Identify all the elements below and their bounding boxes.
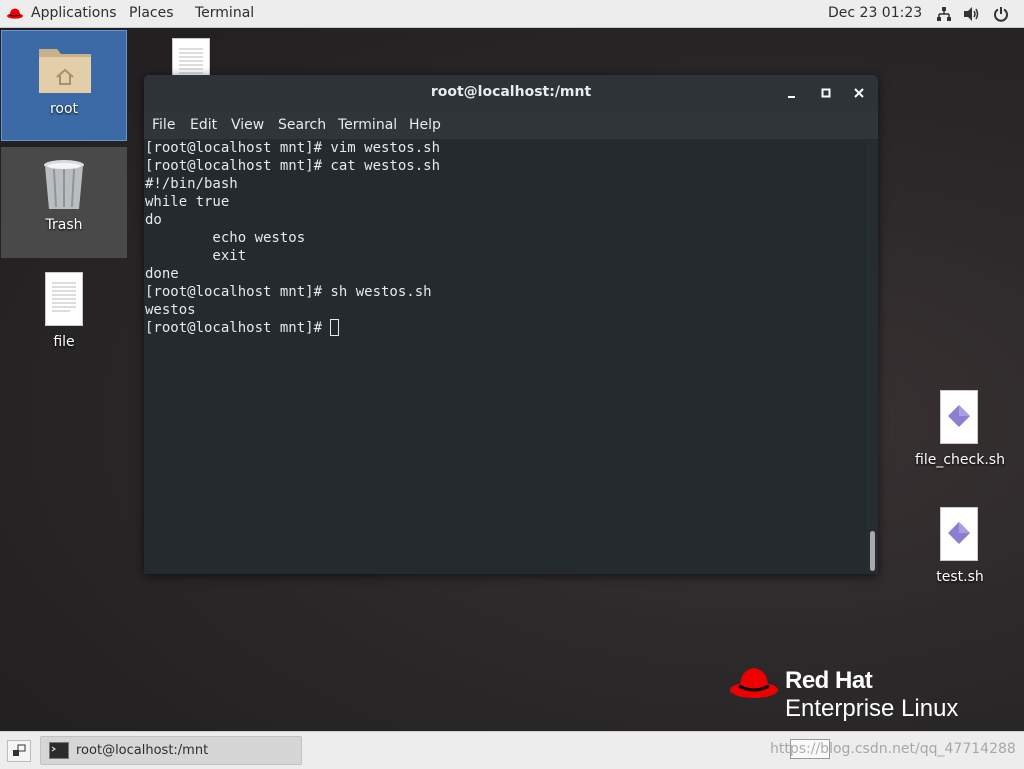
- terminal-menubar: File Edit View Search Terminal Help: [144, 111, 878, 139]
- show-desktop-icon[interactable]: [7, 740, 31, 762]
- taskbar-window-label: root@localhost:/mnt: [76, 743, 209, 758]
- terminal-scrollbar[interactable]: [866, 139, 878, 574]
- watermark-text: https://blog.csdn.net/qq_47714288: [770, 741, 1016, 757]
- desktop-icon-file-check-sh[interactable]: file_check.sh: [910, 390, 1010, 470]
- taskbar-window-button[interactable]: root@localhost:/mnt: [40, 736, 302, 765]
- desktop-icon-file[interactable]: file: [1, 272, 127, 352]
- menu-terminal[interactable]: Terminal: [338, 117, 397, 133]
- places-menu[interactable]: Places: [129, 5, 174, 21]
- document-icon[interactable]: [172, 38, 210, 78]
- terminal-line: while true: [145, 194, 230, 210]
- script-icon: [940, 507, 978, 561]
- terminal-line: #!/bin/bash: [145, 176, 238, 192]
- menu-search[interactable]: Search: [278, 117, 326, 133]
- close-button[interactable]: [850, 84, 868, 102]
- document-icon: [45, 272, 83, 326]
- brand-name: Red Hat: [785, 667, 873, 694]
- terminal-line: [root@localhost mnt]# vim westos.sh: [145, 140, 441, 156]
- terminal-line: exit: [145, 248, 247, 264]
- terminal-titlebar[interactable]: root@localhost:/mnt: [144, 75, 878, 112]
- desktop-icon-label: file_check.sh: [915, 452, 1005, 468]
- desktop-icon-label: root: [49, 101, 79, 117]
- desktop-icon-label: file: [53, 334, 75, 350]
- menu-help[interactable]: Help: [409, 117, 441, 133]
- desktop-icon-test-sh[interactable]: test.sh: [910, 507, 1010, 587]
- terminal-line: [root@localhost mnt]# cat westos.sh: [145, 158, 441, 174]
- volume-icon[interactable]: [963, 6, 981, 26]
- menu-file[interactable]: File: [152, 117, 175, 133]
- redhat-hat-logo-icon: [730, 668, 778, 698]
- trash-icon: [42, 159, 86, 215]
- redhat-logo: Red Hat Enterprise Linux: [730, 662, 990, 722]
- desktop-icon-trash[interactable]: Trash: [1, 147, 127, 258]
- power-icon[interactable]: [993, 6, 1009, 26]
- terminal-app-menu[interactable]: Terminal: [195, 5, 254, 21]
- terminal-window[interactable]: root@localhost:/mnt File Edit View Searc…: [144, 75, 878, 574]
- desktop-icon-label: test.sh: [936, 569, 984, 585]
- window-title: root@localhost:/mnt: [430, 84, 592, 100]
- top-bar: Applications Places Terminal Dec 23 01:2…: [0, 0, 1024, 28]
- terminal-line: done: [145, 266, 179, 282]
- script-icon: [940, 390, 978, 444]
- maximize-button[interactable]: [817, 84, 835, 102]
- menu-view[interactable]: View: [231, 117, 264, 133]
- terminal-output[interactable]: [root@localhost mnt]# vim westos.sh [root…: [144, 139, 866, 574]
- network-icon[interactable]: [936, 6, 952, 26]
- brand-product: Enterprise Linux: [785, 695, 959, 722]
- desktop-icon-label: Trash: [45, 217, 83, 233]
- terminal-line: echo westos: [145, 230, 306, 246]
- terminal-line: do: [145, 212, 162, 228]
- home-folder-icon: [37, 41, 93, 101]
- text-cursor: [330, 319, 340, 336]
- terminal-prompt-line[interactable]: [root@localhost mnt]#: [145, 319, 866, 337]
- terminal-line: westos: [145, 302, 196, 318]
- menu-edit[interactable]: Edit: [190, 117, 217, 133]
- terminal-prompt: [root@localhost mnt]#: [145, 320, 331, 336]
- desktop-icon-root[interactable]: root: [1, 30, 127, 141]
- terminal-line: [root@localhost mnt]# sh westos.sh: [145, 284, 432, 300]
- applications-menu[interactable]: Applications: [31, 5, 117, 21]
- minimize-button[interactable]: [783, 84, 801, 102]
- clock[interactable]: Dec 23 01:23: [828, 5, 922, 21]
- scrollbar-thumb[interactable]: [870, 531, 875, 571]
- bottom-bar: root@localhost:/mnt https://blog.csdn.ne…: [0, 731, 1024, 769]
- terminal-icon: [49, 742, 69, 763]
